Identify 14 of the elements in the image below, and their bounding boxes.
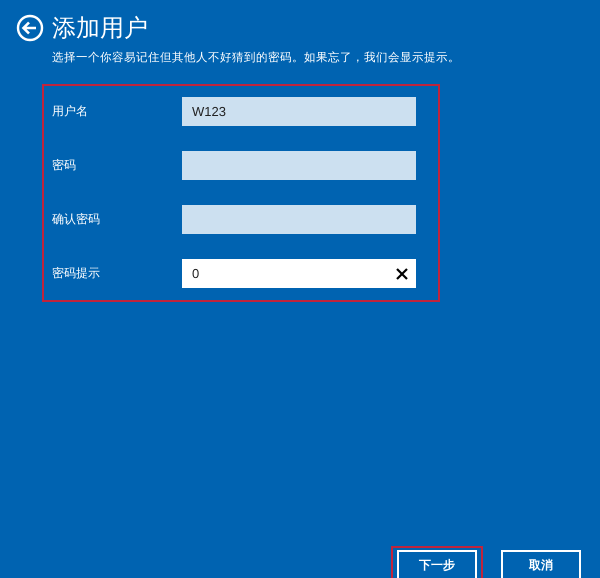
input-field[interactable]: 0 xyxy=(182,259,416,288)
subtitle: 选择一个你容易记住但其他人不好猜到的密码。如果忘了，我们会显示提示。 xyxy=(52,50,461,65)
input-field[interactable]: W123 xyxy=(182,97,416,126)
input-field[interactable] xyxy=(182,205,416,234)
field-label: 密码 xyxy=(52,157,76,174)
field-label: 确认密码 xyxy=(52,211,100,228)
field-label: 密码提示 xyxy=(52,265,100,282)
input-field[interactable] xyxy=(182,151,416,180)
back-icon[interactable] xyxy=(16,14,44,42)
clear-icon[interactable] xyxy=(396,268,408,280)
page-title: 添加用户 xyxy=(52,13,148,44)
cancel-button[interactable]: 取消 xyxy=(501,550,581,578)
field-label: 用户名 xyxy=(52,103,88,120)
next-button[interactable]: 下一步 xyxy=(397,550,477,578)
